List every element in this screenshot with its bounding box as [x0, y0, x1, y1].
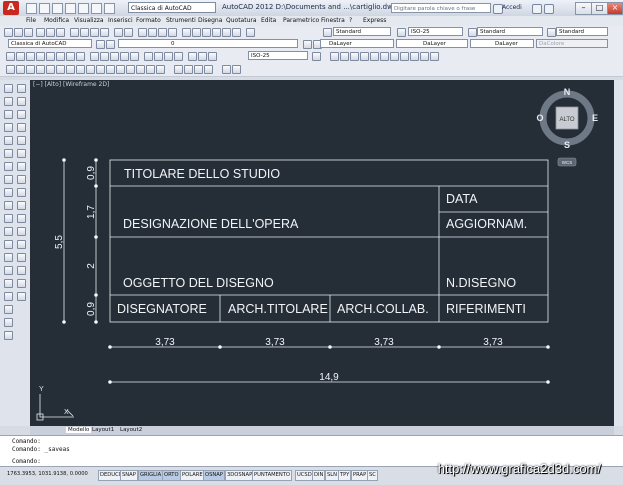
hdim-tick-4 [437, 345, 441, 349]
status-orto[interactable]: ORTO [162, 470, 181, 481]
vdim-label-1: 0,9 [86, 166, 97, 180]
cell-riferimenti: RIFERIMENTI [446, 302, 526, 316]
hdim-label-4: 3,73 [483, 337, 503, 348]
vdim-total-label: 5,5 [54, 235, 65, 249]
wcs-label[interactable]: WCS [562, 160, 573, 165]
status-din[interactable]: DIN [312, 470, 326, 481]
status-3dosnap[interactable]: 3DOSNAP [225, 470, 255, 481]
compass-north[interactable]: N [564, 87, 571, 97]
viewcube-face-label[interactable]: ALTO [559, 117, 574, 123]
ucs-y-label: Y [39, 386, 44, 393]
ucs-axes [39, 394, 74, 418]
vdim-tick-4 [94, 293, 98, 297]
status-griglia[interactable]: GRIGLIA [138, 470, 164, 481]
tab-modello[interactable]: Modello [66, 427, 92, 433]
title-block-border [109, 159, 549, 323]
vdim-tick-3 [94, 235, 98, 239]
vdim-tick-5 [94, 320, 98, 324]
hdim-total-tick-left [108, 380, 112, 384]
status-sln[interactable]: SLN [325, 470, 340, 481]
cell-disegnatore: DISEGNATORE [117, 302, 207, 316]
status-snap[interactable]: SNAP [120, 470, 138, 481]
cell-arch-titolare: ARCH.TITOLARE [228, 302, 328, 316]
tab-layout2[interactable]: Layout2 [120, 427, 142, 433]
drawing-svg: TITOLARE DELLO STUDIO DATA DESIGNAZIONE … [36, 87, 598, 421]
tab-layout1[interactable]: Layout1 [92, 427, 114, 433]
status-osnap[interactable]: OSNAP [203, 470, 225, 481]
cell-oggetto: OGGETTO DEL DISEGNO [123, 276, 274, 290]
ucs-icon [36, 394, 74, 421]
coordinates-readout[interactable]: 1763.3953, 1031.9138, 0.0000 [6, 470, 89, 479]
title-block [109, 159, 549, 323]
status-prap[interactable]: PRAP [351, 470, 369, 481]
hdim-label-3: 3,73 [374, 337, 394, 348]
vdim-label-4: 0,9 [86, 302, 97, 316]
vdim-tick-1 [94, 158, 98, 162]
status-polare[interactable]: POLARE [180, 470, 205, 481]
vdim-tick-2 [94, 184, 98, 188]
ucs-x-label: X [64, 409, 69, 416]
status-ucsd[interactable]: UCSD [295, 470, 314, 481]
command-input[interactable]: Comando: [12, 458, 41, 465]
layout-tabs: Modello Layout1 Layout2 [30, 426, 614, 435]
vdim-total-tick-bottom [62, 320, 66, 324]
hdim-label-1: 3,73 [155, 337, 175, 348]
cell-titolare: TITOLARE DELLO STUDIO [124, 167, 280, 181]
cell-n-disegno: N.DISEGNO [446, 276, 516, 290]
viewcube[interactable] [539, 90, 595, 167]
compass-west[interactable]: O [536, 113, 543, 123]
command-history-2: Comando: _saveas [12, 446, 70, 453]
cell-aggiornam: AGGIORNAM. [446, 217, 527, 231]
status-tpy[interactable]: TPY [338, 470, 352, 481]
cell-designazione: DESIGNAZIONE DELL'OPERA [123, 217, 299, 231]
hdim-tick-3 [328, 345, 332, 349]
vdim-label-2: 1,7 [86, 205, 97, 219]
cell-data: DATA [446, 192, 478, 206]
status-sc[interactable]: SC [367, 470, 378, 481]
cell-arch-collab: ARCH.COLLAB. [337, 302, 429, 316]
hdim-label-2: 3,73 [265, 337, 285, 348]
hdim-tick-1 [108, 345, 112, 349]
status-deduci[interactable]: DEDUCI [98, 470, 123, 481]
hdim-total-tick-right [546, 380, 550, 384]
status-puntamento[interactable]: PUNTAMENTO [252, 470, 293, 481]
hdim-tick-5 [546, 345, 550, 349]
hdim-tick-2 [218, 345, 222, 349]
hdim-total-label: 14,9 [319, 372, 339, 383]
vdim-total-tick-top [62, 158, 66, 162]
watermark-url: http://www.grafica2d3d.com/ [437, 461, 601, 476]
command-history-1: Comando: [12, 438, 41, 445]
vertical-dimensions [62, 158, 98, 324]
vdim-label-3: 2 [86, 263, 97, 269]
compass-east[interactable]: E [592, 113, 598, 123]
compass-south[interactable]: S [564, 140, 570, 150]
